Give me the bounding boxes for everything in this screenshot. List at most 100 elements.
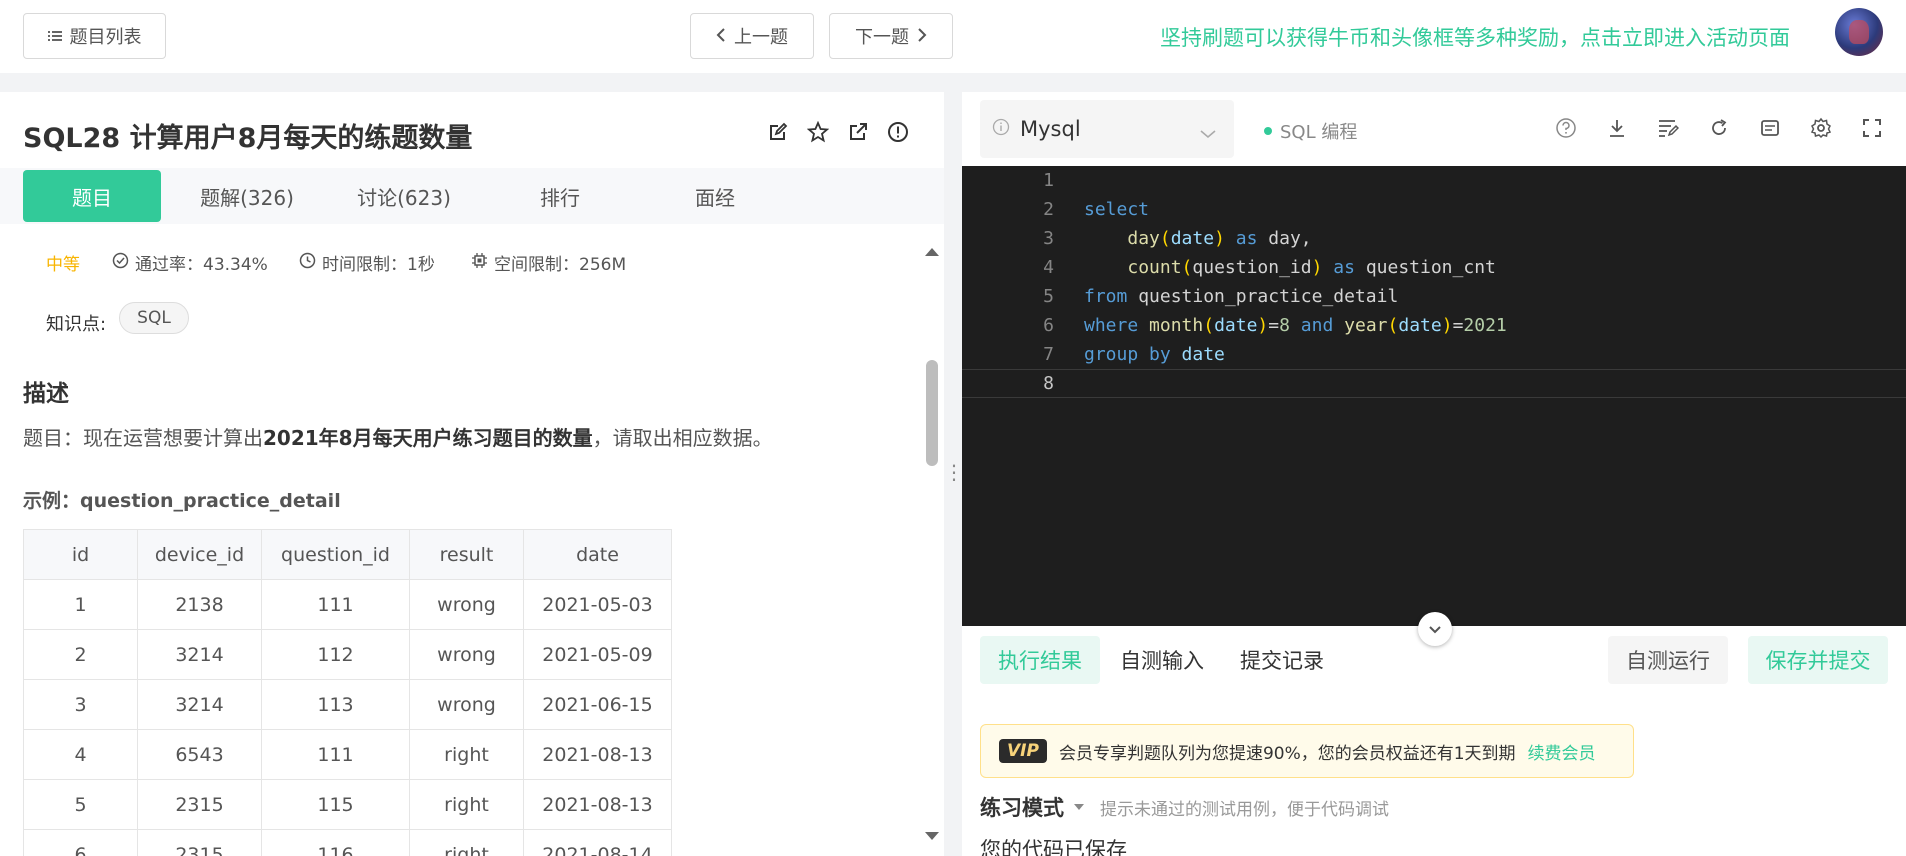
table-cell: 6543 [137, 729, 262, 780]
code-text: day(date) as day, [1127, 228, 1312, 249]
table-cell: wrong [409, 679, 524, 730]
line-number: 6 [1043, 315, 1054, 336]
table-row: 1 2138 111 wrong 2021-05-03 [23, 579, 672, 630]
code-text: group by date [1084, 344, 1225, 365]
scroll-up-arrow[interactable] [925, 248, 939, 256]
example-table: id device_id question_id result date 1 2… [23, 529, 672, 856]
table-cell: right [409, 729, 524, 780]
problem-list-button[interactable]: 题目列表 [23, 13, 166, 59]
difficulty-label: 中等 [46, 255, 80, 275]
language-select[interactable]: Mysql [980, 100, 1234, 158]
scrollbar-thumb[interactable] [926, 360, 938, 466]
list-icon [47, 26, 62, 47]
table-cell: 2138 [137, 579, 262, 630]
description-prefix: 题目：现在运营想要计算出 [23, 426, 263, 450]
table-cell: 2021-05-03 [523, 579, 672, 630]
self-test-button[interactable]: 自测运行 [1608, 636, 1728, 684]
chevron-right-icon [917, 26, 927, 47]
description-emphasis: 2021年8月每天用户练习题目的数量 [263, 426, 593, 450]
editor-panel: Mysql SQL 编程 1 2 select 3 day(date) as d… [962, 92, 1906, 856]
star-icon[interactable] [806, 120, 830, 144]
code-line: 7 group by date [962, 340, 1906, 369]
pass-rate-text: 通过率：43.34% [135, 255, 268, 275]
vip-banner: VIP 会员专享判题队列为您提速90%，您的会员权益还有1天到期 续费会员 [980, 724, 1634, 778]
edit-icon[interactable] [766, 120, 790, 144]
scroll-down-arrow[interactable] [925, 832, 939, 840]
problem-list-label: 题目列表 [69, 27, 142, 48]
table-header-row: id device_id question_id result date [23, 529, 672, 580]
table-row: 4 6543 111 right 2021-08-13 [23, 729, 672, 780]
table-cell: 3214 [137, 629, 262, 680]
info-icon [992, 117, 1010, 141]
chip-icon [471, 252, 488, 274]
submit-button[interactable]: 保存并提交 [1748, 636, 1888, 684]
panel-resize-handle[interactable]: ⋮ [944, 460, 964, 490]
tab-custom-input[interactable]: 自测输入 [1102, 636, 1222, 684]
time-limit: 时间限制：1秒 [299, 250, 435, 275]
table-cell: 116 [261, 829, 410, 856]
description-heading: 描述 [23, 381, 69, 407]
title-actions [766, 120, 910, 144]
avatar[interactable] [1835, 8, 1883, 56]
table-cell: 113 [261, 679, 410, 730]
table-cell: wrong [409, 629, 524, 680]
fullscreen-icon[interactable] [1860, 116, 1884, 140]
table-cell: 2315 [137, 779, 262, 830]
table-cell: right [409, 829, 524, 856]
format-icon[interactable] [1656, 116, 1680, 140]
practice-mode[interactable]: 练习模式 提示未通过的测试用例，便于代码调试 [980, 792, 1389, 822]
snippet-icon[interactable] [1758, 116, 1782, 140]
table-cell: 4 [23, 729, 138, 780]
tab-problem[interactable]: 题目 [23, 170, 161, 222]
tab-submissions[interactable]: 提交记录 [1222, 636, 1342, 684]
table-cell: 111 [261, 729, 410, 780]
tab-ranking[interactable]: 排行 [491, 170, 629, 222]
report-icon[interactable] [886, 120, 910, 144]
next-problem-button[interactable]: 下一题 [829, 13, 953, 59]
table-cell: 5 [23, 779, 138, 830]
editor-mode: SQL 编程 [1264, 118, 1357, 144]
next-label: 下一题 [855, 27, 909, 48]
code-line: 1 [962, 166, 1906, 195]
clock-icon [299, 252, 316, 274]
line-number: 5 [1043, 286, 1054, 307]
language-label: Mysql [1020, 117, 1081, 141]
knowledge-tag-sql[interactable]: SQL [119, 302, 189, 334]
tab-run-result[interactable]: 执行结果 [980, 636, 1100, 684]
share-icon[interactable] [846, 120, 870, 144]
tab-solutions[interactable]: 题解(326) [178, 170, 316, 222]
table-cell: 2021-08-14 [523, 829, 672, 856]
table-cell: 2021-08-13 [523, 779, 672, 830]
table-row: 5 2315 115 right 2021-08-13 [23, 779, 672, 830]
description-suffix: ，请取出相应数据。 [592, 426, 773, 450]
space-limit: 空间限制：256M [471, 250, 626, 275]
table-cell: 2021-05-09 [523, 629, 672, 680]
table-cell: 111 [261, 579, 410, 630]
code-text: select [1084, 199, 1150, 220]
table-cell: 1 [23, 579, 138, 630]
tab-discussion[interactable]: 讨论(623) [335, 170, 473, 222]
save-status: 您的代码已保存 [980, 838, 1127, 856]
table-cell: 2021-06-15 [523, 679, 672, 730]
code-line: 5 from question_practice_detail [962, 282, 1906, 311]
column-header: id [23, 529, 138, 580]
reset-icon[interactable] [1707, 116, 1731, 140]
help-icon[interactable] [1554, 116, 1578, 140]
problem-panel: SQL28 计算用户8月每天的练题数量 题目 题解(326) 讨论(623) 排… [0, 92, 944, 856]
tab-interview[interactable]: 面经 [646, 170, 784, 222]
line-number: 2 [1043, 199, 1054, 220]
table-cell: 2315 [137, 829, 262, 856]
code-line: 4 count(question_id) as question_cnt [962, 253, 1906, 282]
line-number: 3 [1043, 228, 1054, 249]
download-icon[interactable] [1605, 116, 1629, 140]
prev-problem-button[interactable]: 上一题 [690, 13, 814, 59]
activity-promo-link[interactable]: 坚持刷题可以获得牛币和头像框等多种奖励，点击立即进入活动页面 [1160, 22, 1790, 52]
code-line: 6 where month(date)=8 and year(date)=202… [962, 311, 1906, 340]
code-line: 3 day(date) as day, [962, 224, 1906, 253]
code-text: count(question_id) as question_cnt [1127, 257, 1496, 278]
code-editor[interactable]: 1 2 select 3 day(date) as day, 4 count(q… [962, 166, 1906, 626]
table-row: 2 3214 112 wrong 2021-05-09 [23, 629, 672, 680]
table-row: 3 3214 113 wrong 2021-06-15 [23, 679, 672, 730]
renew-vip-link[interactable]: 续费会员 [1528, 739, 1596, 764]
gear-icon[interactable] [1809, 116, 1833, 140]
